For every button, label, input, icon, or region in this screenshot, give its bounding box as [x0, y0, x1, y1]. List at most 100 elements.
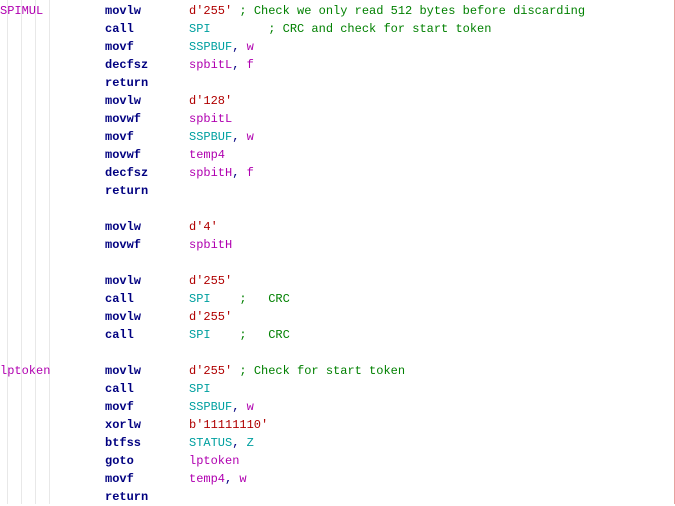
code-line: movfSSPBUF, w [0, 128, 675, 146]
opcode: goto [105, 454, 134, 468]
code-line: return [0, 74, 675, 92]
code-line: decfszspbitH, f [0, 164, 675, 182]
opcode-column: movlw [105, 218, 189, 236]
args-column: temp4, w [189, 470, 247, 488]
comment: ; Check we only read 512 bytes before di… [239, 4, 585, 18]
code-line: movf temp4, w [0, 470, 675, 488]
token-oper: , [232, 436, 246, 450]
label-column [0, 236, 105, 254]
opcode: movf [105, 400, 134, 414]
opcode-column: btfss [105, 434, 189, 452]
args-column: SPI [189, 380, 211, 398]
token-oper: , [232, 166, 246, 180]
opcode-column: goto [105, 452, 189, 470]
opcode-column: movlw [105, 362, 189, 380]
label-column [0, 110, 105, 128]
label-column [0, 416, 105, 434]
opcode: movlw [105, 364, 141, 378]
opcode-column: return [105, 182, 189, 200]
opcode-column: movlw [105, 2, 189, 20]
code-line: call SPI [0, 380, 675, 398]
args-column: spbitH, f [189, 164, 254, 182]
token-ident: spbitH [189, 238, 232, 252]
label-column [0, 56, 105, 74]
token-sfr: SPI [189, 22, 211, 36]
opcode: call [105, 22, 134, 36]
label-column [0, 434, 105, 452]
code-listing: SPIMULmovlwd'255' ; Check we only read 5… [0, 0, 675, 506]
token-ident: w [247, 130, 254, 144]
opcode: return [105, 490, 148, 504]
label-column [0, 218, 105, 236]
token-sfr: STATUS [189, 436, 232, 450]
args-column: SPI ; CRC and check for start token [189, 20, 491, 38]
label-column [0, 272, 105, 290]
opcode: return [105, 184, 148, 198]
token-ident: spbitL [189, 58, 232, 72]
code-line: movlwd'255' [0, 272, 675, 290]
label-column [0, 326, 105, 344]
token-lit: d'255' [189, 364, 232, 378]
args-column: b'11111110' [189, 416, 268, 434]
code-label: SPIMUL [0, 4, 43, 18]
opcode: movf [105, 472, 134, 486]
args-column: d'4' [189, 218, 218, 236]
code-line: callSPI ; CRC [0, 290, 675, 308]
token-ident: lptoken [189, 454, 239, 468]
label-column: SPIMUL [0, 2, 105, 20]
code-line: btfssSTATUS, Z [0, 434, 675, 452]
opcode: xorlw [105, 418, 141, 432]
comment: ; CRC and check for start token [268, 22, 491, 36]
opcode: decfsz [105, 58, 148, 72]
code-line: return [0, 488, 675, 506]
comment: ; CRC [239, 292, 289, 306]
code-line: return [0, 182, 675, 200]
args-column: SSPBUF, w [189, 38, 254, 56]
token-lit: d'255' [189, 310, 232, 324]
label-column [0, 128, 105, 146]
token-oper: , [232, 130, 246, 144]
opcode-column: decfsz [105, 164, 189, 182]
args-column: SPI ; CRC [189, 290, 290, 308]
code-line [0, 200, 675, 218]
label-column [0, 452, 105, 470]
opcode: call [105, 382, 134, 396]
token-oper: , [232, 400, 246, 414]
token-ident: w [239, 472, 246, 486]
token-ident: w [247, 400, 254, 414]
opcode-column: movwf [105, 146, 189, 164]
args-column: STATUS, Z [189, 434, 254, 452]
code-line: SPIMUL movlw d'255' ; Check we only read 5… [0, 2, 675, 20]
opcode-column: movlw [105, 92, 189, 110]
opcode-column: movf [105, 38, 189, 56]
label-column: lptoken [0, 362, 105, 380]
opcode: movlw [105, 94, 141, 108]
token-sfr: SPI [189, 382, 211, 396]
opcode-column: movlw [105, 308, 189, 326]
code-line: movwf temp4 [0, 146, 675, 164]
opcode: movf [105, 130, 134, 144]
args-column: d'255' ; Check we only read 512 bytes be… [189, 2, 585, 20]
comment: ; Check for start token [239, 364, 405, 378]
opcode: movwf [105, 238, 141, 252]
opcode: movlw [105, 310, 141, 324]
token-lit: d'255' [189, 4, 232, 18]
token-lit: b'11111110' [189, 418, 268, 432]
code-line [0, 344, 675, 362]
opcode-column: movf [105, 470, 189, 488]
code-line: movwf spbitH [0, 236, 675, 254]
opcode: movwf [105, 148, 141, 162]
args-column: temp4 [189, 146, 225, 164]
label-column [0, 92, 105, 110]
opcode-column: call [105, 20, 189, 38]
label-column [0, 398, 105, 416]
args-column: SSPBUF, w [189, 398, 254, 416]
label-column [0, 74, 105, 92]
opcode-column: xorlw [105, 416, 189, 434]
opcode: movlw [105, 4, 141, 18]
code-line: movlwd'4' [0, 218, 675, 236]
label-column [0, 146, 105, 164]
code-line [0, 254, 675, 272]
code-line: call SPI ; CRC and check for start token [0, 20, 675, 38]
token-oper: , [225, 472, 239, 486]
